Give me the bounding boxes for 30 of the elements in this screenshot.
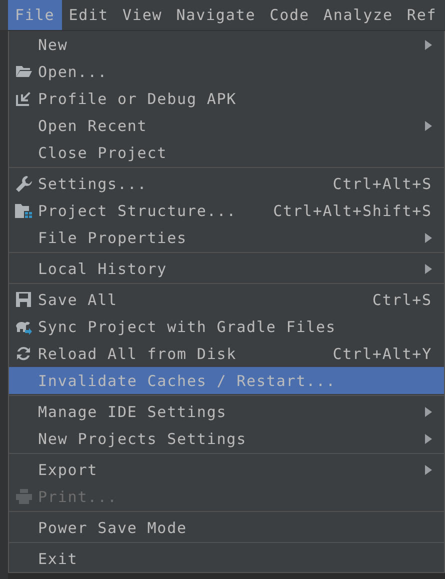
menu-item[interactable]: Project Structure... Ctrl+Alt+Shift+S [9, 197, 444, 224]
menu-item[interactable]: Open Recent [9, 112, 444, 139]
menu-item[interactable]: Sync Project with Gradle Files [9, 313, 444, 340]
menu-item[interactable]: Export [9, 456, 444, 483]
menu-bar-item[interactable]: Navigate [169, 0, 263, 30]
menu-item[interactable]: File Properties [9, 224, 444, 251]
menu-item[interactable]: Save All Ctrl+S [9, 286, 444, 313]
folder-icon [16, 65, 32, 78]
reload-icon [16, 346, 31, 361]
menu-item[interactable]: Close Project [9, 139, 444, 166]
wrench-icon [16, 176, 32, 192]
menu-item[interactable]: Open... [9, 58, 444, 85]
menu-item[interactable]: Exit [9, 545, 444, 572]
menu-item[interactable]: Reload All from Disk Ctrl+Alt+Y [9, 340, 444, 367]
menu-item[interactable]: New [9, 31, 444, 58]
menu-bar-item[interactable]: Ref [400, 0, 444, 30]
folder-grid-icon [15, 203, 32, 218]
save-icon [16, 292, 31, 307]
menu-bar-item[interactable]: Code [262, 0, 316, 30]
menu-item[interactable]: Power Save Mode [9, 514, 444, 541]
menu-item[interactable]: Settings... Ctrl+Alt+S [9, 170, 444, 197]
menu-item[interactable]: New Projects Settings [9, 425, 444, 452]
menu-item[interactable]: Profile or Debug APK [9, 85, 444, 112]
menu-bar-item[interactable]: Analyze [316, 0, 400, 30]
menu-bar-item[interactable]: View [115, 0, 170, 30]
menu-item[interactable]: Manage IDE Settings [9, 398, 444, 425]
menu-item[interactable]: Local History [9, 255, 444, 282]
arrow-tray-icon [16, 91, 31, 106]
menu-bar-item[interactable]: Edit [62, 0, 116, 30]
printer-icon [16, 489, 32, 504]
